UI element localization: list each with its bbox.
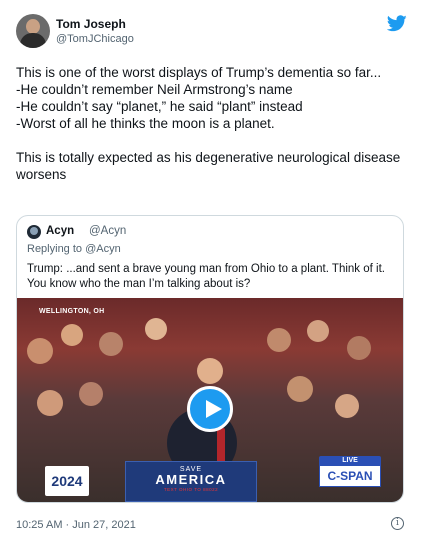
- network-name: C-SPAN: [319, 465, 381, 487]
- year-sign: 2024: [45, 466, 89, 496]
- video-player[interactable]: WELLINGTON, OH 2024 SAVE AMERICA TEXT OH…: [17, 298, 403, 502]
- reply-prefix: Replying to: [27, 243, 83, 255]
- author-avatar[interactable]: [16, 14, 50, 48]
- tweet-line: -Worst of all he thinks the moon is a pl…: [16, 116, 275, 131]
- author-handle[interactable]: @TomJChicago: [56, 33, 134, 45]
- reply-mention[interactable]: @Acyn: [85, 243, 121, 255]
- quoted-name[interactable]: Acyn: [46, 225, 74, 237]
- quoted-handle[interactable]: @Acyn: [89, 225, 126, 237]
- location-banner: WELLINGTON, OH: [39, 308, 105, 315]
- live-badge: LIVE: [319, 456, 381, 465]
- tweet-text: This is one of the worst displays of Tru…: [16, 64, 408, 183]
- play-icon[interactable]: [187, 386, 233, 432]
- network-logo: LIVE C-SPAN: [319, 456, 381, 487]
- author-name[interactable]: Tom Joseph: [56, 17, 126, 31]
- tweet-closing: This is totally expected as his degenera…: [16, 150, 401, 182]
- podium-main: AMERICA: [155, 472, 227, 487]
- quoted-avatar[interactable]: [27, 225, 41, 239]
- podium-sub: TEXT OHIO TO 88022: [163, 487, 219, 492]
- quoted-tweet[interactable]: Acyn @Acyn Replying to @Acyn Trump: ...a…: [16, 215, 404, 503]
- tweet-line: This is one of the worst displays of Tru…: [16, 65, 382, 80]
- twitter-bird-icon[interactable]: [387, 15, 407, 32]
- tweet-line: -He couldn’t remember Neil Armstrong’s n…: [16, 82, 293, 97]
- tweet-timestamp[interactable]: 10:25 AM · Jun 27, 2021: [16, 519, 136, 531]
- tweet-line: -He couldn’t say “planet,” he said “plan…: [16, 99, 303, 114]
- info-icon[interactable]: i: [391, 517, 404, 530]
- podium-sign: SAVE AMERICA TEXT OHIO TO 88022: [125, 461, 257, 502]
- quoted-text: Trump: ...and sent a brave young man fro…: [27, 263, 385, 290]
- tweet-card: Tom Joseph @TomJChicago This is one of t…: [0, 0, 421, 540]
- reply-context: Replying to @Acyn: [27, 243, 121, 255]
